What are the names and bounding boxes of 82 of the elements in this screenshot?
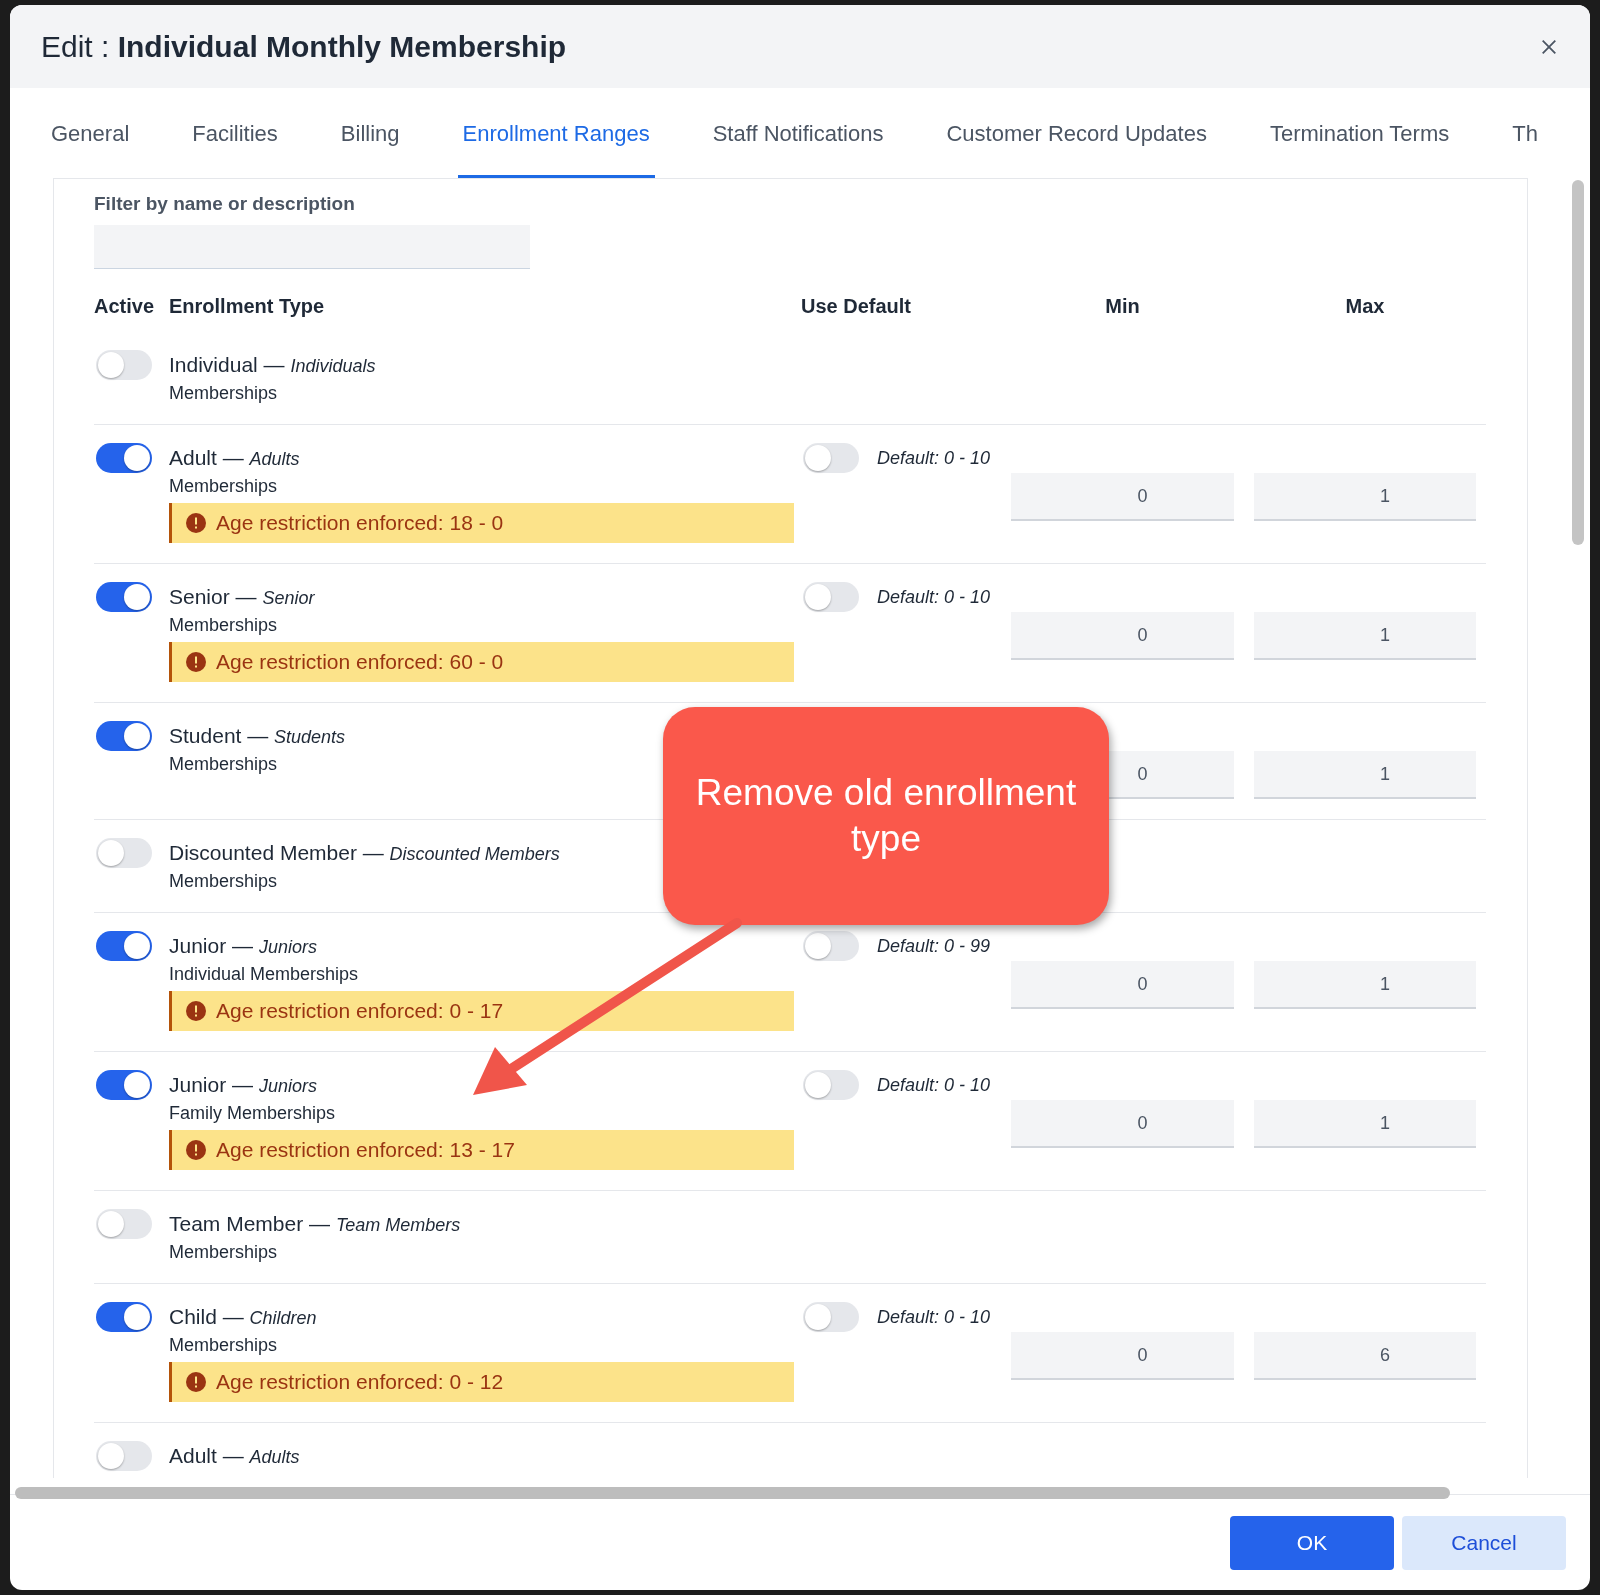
alert-icon bbox=[186, 1372, 206, 1392]
max-field[interactable]: 1 bbox=[1254, 1100, 1476, 1148]
default-range: Default: 0 - 99 bbox=[877, 936, 991, 957]
enrollment-type-name: Adult — Adults bbox=[169, 446, 301, 470]
tab[interactable]: Customer Record Updates bbox=[941, 88, 1212, 178]
tab[interactable]: Enrollment Ranges bbox=[457, 88, 655, 178]
enrollment-type-category: Family Memberships bbox=[169, 1103, 337, 1124]
use-default-toggle[interactable] bbox=[803, 931, 859, 961]
column-header: Max bbox=[1344, 295, 1386, 318]
callout-tooltip: Remove old enrollment type bbox=[663, 707, 1109, 925]
min-field[interactable]: 0 bbox=[1011, 612, 1234, 660]
active-toggle[interactable] bbox=[96, 931, 152, 961]
enrollment-type-category: Memberships bbox=[169, 383, 279, 404]
enrollment-type-category: Memberships bbox=[169, 871, 279, 892]
enrollment-type-name: Discounted Member — Discounted Members bbox=[169, 841, 561, 865]
max-field[interactable]: 1 bbox=[1254, 751, 1476, 799]
active-toggle[interactable] bbox=[96, 443, 152, 473]
tab[interactable]: Billing bbox=[335, 88, 405, 178]
active-toggle[interactable] bbox=[96, 350, 152, 380]
alert-icon bbox=[186, 652, 206, 672]
column-header: Enrollment Type bbox=[169, 295, 326, 318]
default-range: Default: 0 - 10 bbox=[877, 587, 991, 608]
enrollment-type-name: Junior — Juniors bbox=[169, 1073, 318, 1097]
close-icon[interactable] bbox=[1540, 37, 1558, 56]
warning-text: Age restriction enforced: 0 - 12 bbox=[216, 1370, 504, 1394]
use-default-toggle[interactable] bbox=[803, 1302, 859, 1332]
enrollment-type-category: Memberships bbox=[169, 476, 279, 497]
active-toggle[interactable] bbox=[96, 582, 152, 612]
column-header: Min bbox=[1104, 295, 1141, 318]
enrollment-type-category: Memberships bbox=[169, 754, 279, 775]
enrollment-type-category: Individual Memberships bbox=[169, 964, 360, 985]
enrollment-type-category: Memberships bbox=[169, 615, 279, 636]
active-toggle[interactable] bbox=[96, 1209, 152, 1239]
warning-text: Age restriction enforced: 0 - 17 bbox=[216, 999, 504, 1023]
filter-field[interactable] bbox=[94, 225, 530, 269]
enrollment-type-name: Team Member — Team Members bbox=[169, 1212, 462, 1236]
use-default-toggle[interactable] bbox=[803, 1070, 859, 1100]
warning-text: Age restriction enforced: 13 - 17 bbox=[216, 1138, 515, 1162]
enrollment-type-name: Individual — Individuals bbox=[169, 353, 377, 377]
enrollment-type-name: Child — Children bbox=[169, 1305, 318, 1329]
min-field[interactable]: 0 bbox=[1011, 1332, 1234, 1380]
tab[interactable]: Th bbox=[1507, 88, 1543, 178]
use-default-toggle[interactable] bbox=[803, 582, 859, 612]
min-field[interactable]: 0 bbox=[1011, 961, 1234, 1009]
max-field[interactable]: 1 bbox=[1254, 961, 1476, 1009]
alert-icon bbox=[186, 1001, 206, 1021]
default-range: Default: 0 - 10 bbox=[877, 448, 991, 469]
active-toggle[interactable] bbox=[96, 721, 152, 751]
min-field[interactable]: 0 bbox=[1011, 473, 1234, 521]
filter-label: Filter by name or description bbox=[94, 193, 356, 215]
enrollment-type-category: Memberships bbox=[169, 1335, 279, 1356]
column-header: Use Default bbox=[801, 295, 913, 318]
default-range: Default: 0 - 10 bbox=[877, 1075, 991, 1096]
max-field[interactable]: 1 bbox=[1254, 473, 1476, 521]
tab[interactable]: Termination Terms bbox=[1264, 88, 1455, 178]
default-range: Default: 0 - 10 bbox=[877, 1307, 991, 1328]
alert-icon bbox=[186, 513, 206, 533]
enrollment-type-name: Student — Students bbox=[169, 724, 347, 748]
active-toggle[interactable] bbox=[96, 1302, 152, 1332]
active-toggle[interactable] bbox=[96, 1441, 152, 1471]
cancel-button[interactable]: Cancel bbox=[1402, 1515, 1566, 1570]
max-field[interactable]: 1 bbox=[1254, 612, 1476, 660]
enrollment-type-name: Adult — Adults bbox=[169, 1444, 301, 1468]
horizontal-scrollbar[interactable] bbox=[15, 1487, 1450, 1499]
tab[interactable]: Staff Notifications bbox=[707, 88, 889, 178]
column-header: Active bbox=[94, 295, 156, 318]
use-default-toggle[interactable] bbox=[803, 443, 859, 473]
min-field[interactable]: 0 bbox=[1011, 1100, 1234, 1148]
active-toggle[interactable] bbox=[96, 838, 152, 868]
warning-text: Age restriction enforced: 18 - 0 bbox=[216, 511, 504, 535]
enrollment-type-name: Junior — Juniors bbox=[169, 934, 318, 958]
enrollment-type-category: Memberships bbox=[169, 1242, 279, 1263]
alert-icon bbox=[186, 1140, 206, 1160]
tab[interactable]: Facilities bbox=[187, 88, 283, 178]
active-toggle[interactable] bbox=[96, 1070, 152, 1100]
tab[interactable]: General bbox=[46, 88, 135, 178]
max-field[interactable]: 6 bbox=[1254, 1332, 1476, 1380]
ok-button[interactable]: OK bbox=[1230, 1515, 1394, 1570]
dialog-title: Edit : Individual Monthly Membership bbox=[41, 29, 567, 64]
warning-text: Age restriction enforced: 60 - 0 bbox=[216, 650, 504, 674]
vertical-scrollbar[interactable] bbox=[1572, 180, 1584, 545]
enrollment-type-name: Senior — Senior bbox=[169, 585, 316, 609]
